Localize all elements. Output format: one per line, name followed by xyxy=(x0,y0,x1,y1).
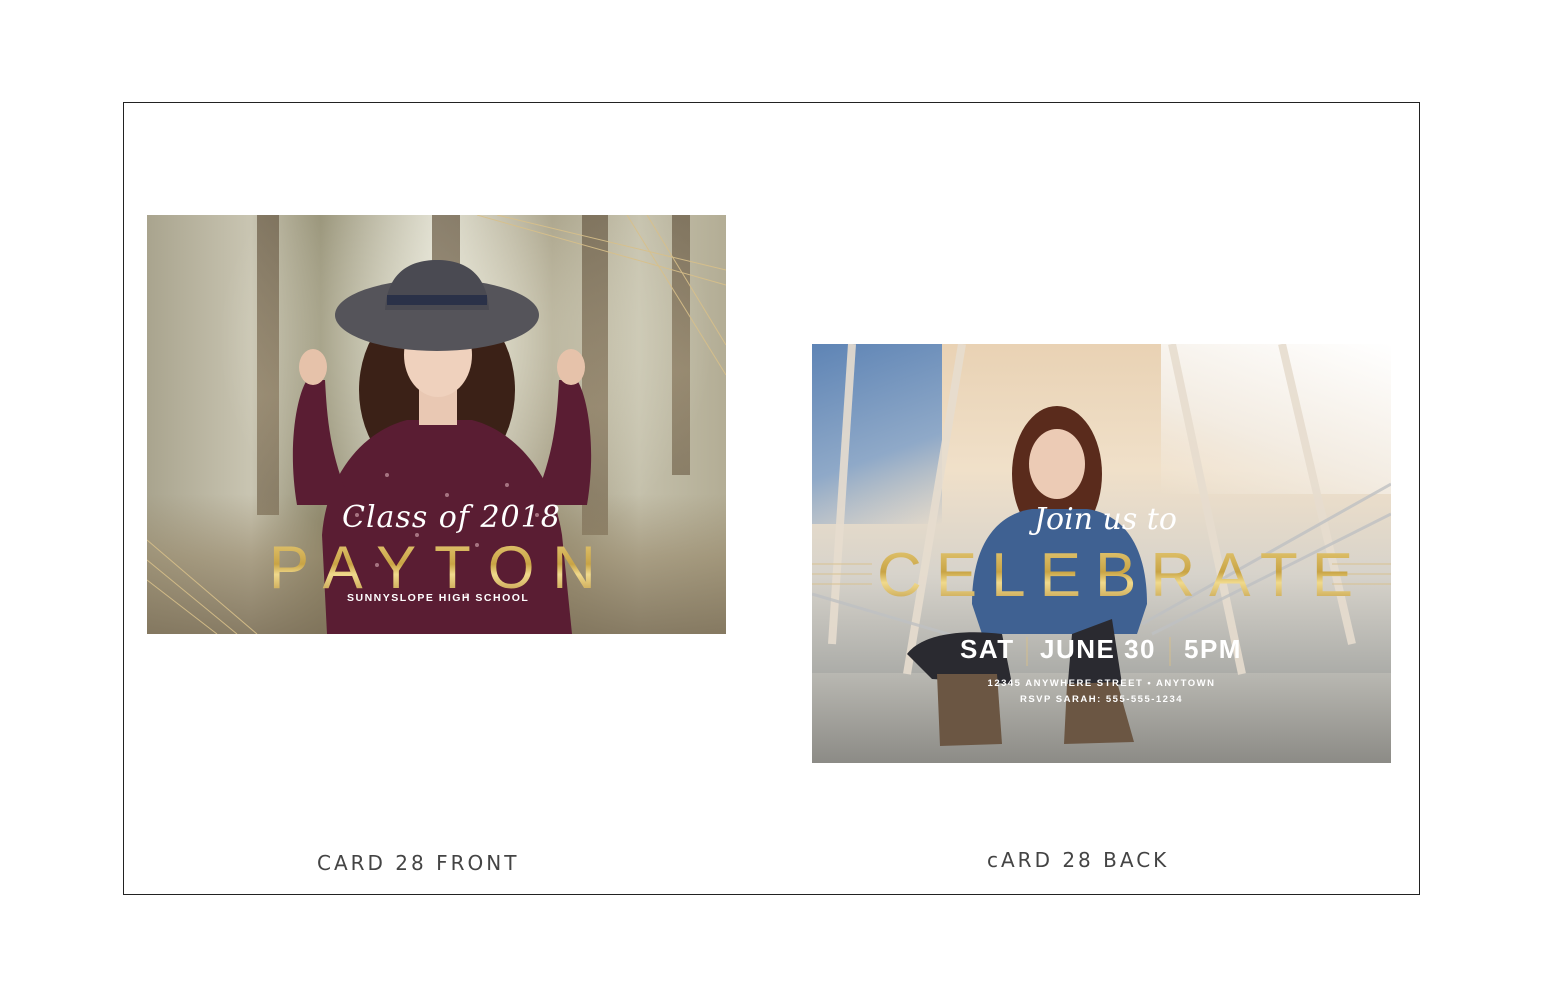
back-caption: cARD 28 BACK xyxy=(987,848,1170,872)
invite-script: Join us to xyxy=(1034,502,1177,537)
hand-shape xyxy=(299,349,327,385)
left-arm-shape xyxy=(292,380,352,505)
school-name: SUNNYSLOPE HIGH SCHOOL xyxy=(347,592,530,604)
class-year-script: Class of 2018 xyxy=(342,500,561,535)
event-day: SAT xyxy=(960,634,1015,664)
event-rsvp: RSVP SARAH: 555-555-1234 xyxy=(1019,694,1184,705)
right-arm-shape xyxy=(532,380,592,505)
event-date: JUNE 30 xyxy=(1040,634,1156,664)
front-caption: CARD 28 FRONT xyxy=(317,851,520,875)
event-address: 12345 ANYWHERE STREET • ANYTOWN xyxy=(987,678,1216,689)
boot-shape xyxy=(1064,682,1134,744)
hat-band-shape xyxy=(387,295,487,305)
card-back: Join us to CELEBRATE SAT JUNE 30 5PM 123… xyxy=(812,344,1391,763)
face-shape xyxy=(1029,429,1085,499)
event-time: 5PM xyxy=(1184,634,1242,664)
card-front: Class of 2018 PAYTON SUNNYSLOPE HIGH SCH… xyxy=(147,215,726,634)
celebrate-headline: CELEBRATE xyxy=(877,541,1368,610)
hand-shape xyxy=(557,349,585,385)
